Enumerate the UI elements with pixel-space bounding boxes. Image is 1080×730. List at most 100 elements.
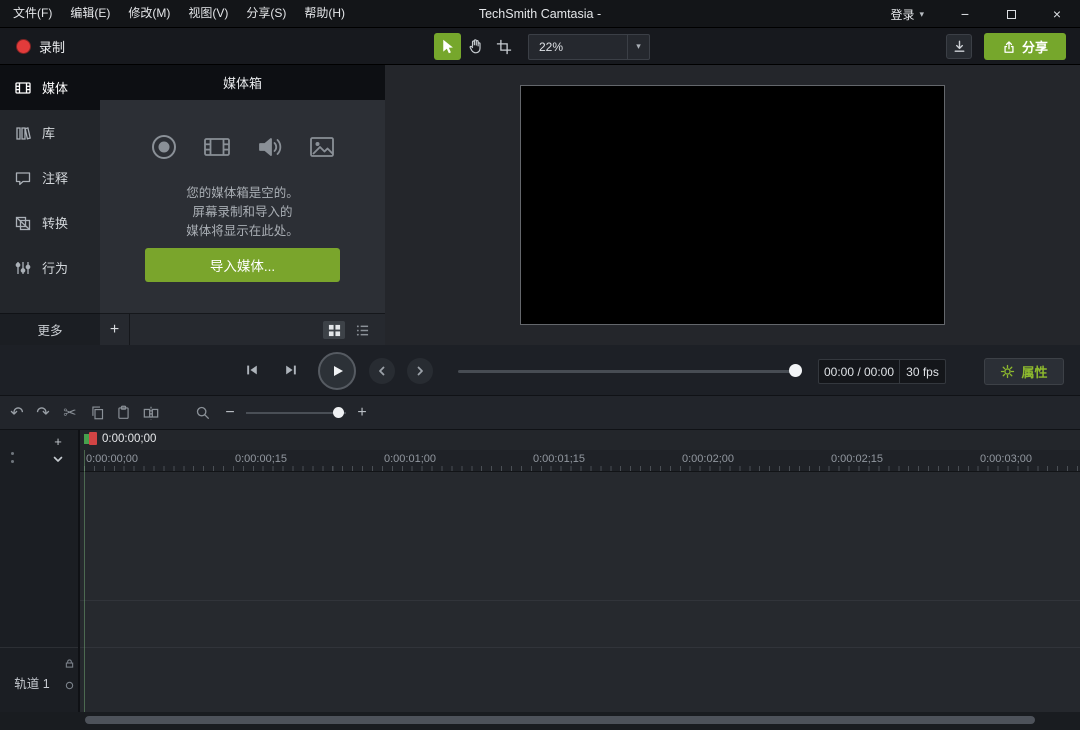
step-back-button[interactable] bbox=[239, 357, 265, 383]
sidebar-more-button[interactable]: 更多 bbox=[0, 313, 100, 345]
plus-icon: + bbox=[54, 433, 62, 449]
close-icon: × bbox=[1052, 6, 1062, 22]
media-bin-footer: + bbox=[100, 313, 385, 345]
grid-view-button[interactable] bbox=[323, 321, 345, 339]
zoom-timeline-button[interactable] bbox=[190, 396, 214, 429]
magnifier-icon bbox=[195, 405, 210, 420]
more-label: 更多 bbox=[37, 324, 63, 338]
canvas-zoom-dropdown[interactable]: 22% ▾ bbox=[528, 33, 650, 60]
edit-toolbar: ↶ ↷ ✂ − + bbox=[0, 396, 1080, 430]
sidebar-item-media[interactable]: 媒体 bbox=[0, 65, 100, 110]
signin-label: 登录 bbox=[890, 7, 915, 22]
paste-icon bbox=[116, 405, 131, 420]
current-time: 00:00 / 00:00 bbox=[823, 364, 895, 379]
track-divider bbox=[80, 600, 1080, 601]
timeline-zoom-slider[interactable] bbox=[246, 412, 346, 414]
list-view-button[interactable] bbox=[351, 321, 373, 339]
copy-icon bbox=[90, 405, 105, 420]
menu-view[interactable]: 视图(V) bbox=[179, 0, 237, 27]
seek-slider-thumb[interactable] bbox=[789, 364, 802, 377]
gutter-edge bbox=[78, 430, 80, 712]
menu-modify[interactable]: 修改(M) bbox=[119, 0, 179, 27]
import-media-label: 导入媒体... bbox=[209, 259, 276, 274]
minimize-icon: − bbox=[960, 6, 970, 22]
sidebar-item-library[interactable]: 库 bbox=[0, 110, 100, 155]
sidebar-item-behaviors[interactable]: 行为 bbox=[0, 245, 100, 290]
add-media-button[interactable]: + bbox=[100, 314, 130, 345]
media-bin-header: 媒体箱 bbox=[100, 65, 385, 100]
menu-share[interactable]: 分享(S) bbox=[237, 0, 295, 27]
image-icon bbox=[308, 133, 336, 161]
paste-button[interactable] bbox=[111, 396, 135, 429]
menu-edit[interactable]: 编辑(E) bbox=[61, 0, 119, 27]
export-local-button[interactable] bbox=[946, 34, 972, 59]
select-tool-button[interactable] bbox=[434, 33, 461, 60]
play-button[interactable] bbox=[318, 352, 356, 390]
track-area[interactable] bbox=[80, 472, 1080, 712]
step-forward-icon bbox=[283, 362, 299, 378]
collapse-tracks-button[interactable] bbox=[48, 451, 68, 467]
sidebar-item-annotations[interactable]: 注释 bbox=[0, 155, 100, 200]
ruler-tick: 0:00:03;00 bbox=[980, 453, 1032, 465]
add-track-button[interactable]: + bbox=[48, 433, 68, 449]
media-bin-panel: 您的媒体箱是空的。 屏幕录制和导入的 媒体将显示在此处。 导入媒体... bbox=[100, 100, 385, 313]
sidebar-item-transitions[interactable]: 转换 bbox=[0, 200, 100, 245]
split-button[interactable] bbox=[139, 396, 163, 429]
menu-file[interactable]: 文件(F) bbox=[4, 0, 61, 27]
properties-button[interactable]: 属性 bbox=[984, 358, 1064, 385]
split-icon bbox=[143, 405, 159, 421]
sidebar-item-label: 注释 bbox=[42, 171, 69, 186]
titlebar: 文件(F) 编辑(E) 修改(M) 视图(V) 分享(S) 帮助(H) Tech… bbox=[0, 0, 1080, 28]
pan-tool-button[interactable] bbox=[462, 33, 489, 60]
playhead-row[interactable]: 0:00:00;00 bbox=[80, 430, 1080, 450]
jump-end-button[interactable] bbox=[407, 358, 433, 384]
redo-button[interactable]: ↷ bbox=[31, 396, 55, 429]
ruler-tick: 0:00:00;15 bbox=[235, 453, 287, 465]
empty-text-line: 您的媒体箱是空的。 bbox=[186, 186, 299, 200]
crop-tool-button[interactable] bbox=[490, 33, 517, 60]
copy-button[interactable] bbox=[85, 396, 109, 429]
canvas-area bbox=[385, 65, 1080, 345]
media-bin-empty-icons bbox=[100, 133, 385, 161]
record-button[interactable]: 录制 bbox=[10, 28, 71, 65]
horizontal-scrollbar[interactable] bbox=[85, 716, 1035, 724]
timeline-zoom-thumb[interactable] bbox=[333, 407, 344, 418]
track1-lane[interactable] bbox=[80, 647, 1080, 712]
minimize-button[interactable]: − bbox=[942, 0, 988, 28]
zoom-in-button[interactable]: + bbox=[350, 396, 374, 429]
canvas-stage[interactable] bbox=[520, 85, 945, 325]
import-media-button[interactable]: 导入媒体... bbox=[145, 248, 340, 282]
jump-start-button[interactable] bbox=[369, 358, 395, 384]
track1-header[interactable]: 轨道 1 bbox=[0, 647, 80, 712]
close-button[interactable]: × bbox=[1034, 0, 1080, 28]
playback-bar: 00:00 / 00:00 30 fps 属性 bbox=[0, 345, 1080, 396]
undo-icon: ↶ bbox=[10, 404, 24, 422]
step-forward-button[interactable] bbox=[278, 357, 304, 383]
timeline-ruler[interactable]: 0:00:00;00 0:00:00;15 0:00:01;00 0:00:01… bbox=[80, 450, 1080, 472]
empty-text-line: 媒体将显示在此处。 bbox=[186, 224, 299, 238]
media-icon bbox=[14, 79, 32, 97]
seek-slider[interactable] bbox=[458, 370, 802, 373]
chevron-down-icon bbox=[52, 453, 64, 465]
share-icon bbox=[1002, 40, 1016, 54]
maximize-button[interactable] bbox=[988, 0, 1034, 28]
library-icon bbox=[14, 124, 32, 142]
playhead-handle[interactable] bbox=[89, 432, 97, 445]
cut-button[interactable]: ✂ bbox=[58, 396, 82, 429]
camtasia-window: 文件(F) 编辑(E) 修改(M) 视图(V) 分享(S) 帮助(H) Tech… bbox=[0, 0, 1080, 730]
chevron-right-icon bbox=[414, 365, 426, 377]
share-button[interactable]: 分享 bbox=[984, 33, 1066, 60]
window-controls: − × bbox=[942, 0, 1080, 28]
grip-dot-icon bbox=[11, 452, 14, 455]
undo-button[interactable]: ↶ bbox=[5, 396, 29, 429]
play-icon bbox=[329, 363, 345, 379]
chevron-left-icon bbox=[376, 365, 388, 377]
menu-help[interactable]: 帮助(H) bbox=[295, 0, 354, 27]
track-mute-icon[interactable] bbox=[65, 681, 74, 690]
signin-button[interactable]: 登录 ▾ bbox=[884, 0, 930, 28]
plus-icon: + bbox=[357, 403, 367, 421]
track-lock-icon[interactable] bbox=[65, 659, 74, 668]
zoom-out-button[interactable]: − bbox=[218, 396, 242, 429]
video-clip-icon bbox=[202, 133, 232, 161]
playhead-line bbox=[84, 450, 85, 712]
